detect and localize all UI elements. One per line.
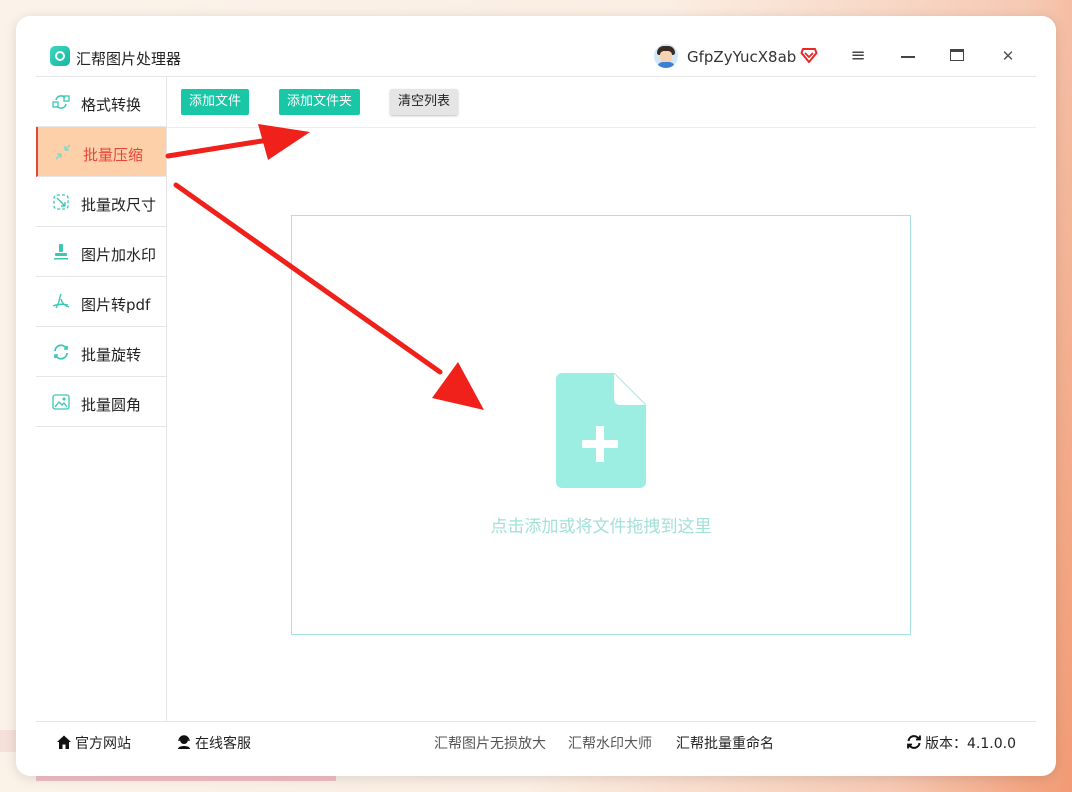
rotate-icon [54, 344, 68, 360]
add-folder-button[interactable]: 添加文件夹 [279, 89, 361, 115]
footer: 官方网站 在线客服 汇帮图片无损放大 汇帮水印大师 汇帮批量重命名 版本：4.1… [36, 721, 1036, 760]
sidebar: 格式转换 批量压缩 批量改尺寸 图片加水印 图片转pdf 批量旋转 批量圆角 [36, 76, 167, 722]
compress-icon [55, 144, 71, 160]
customer-service-icon [178, 735, 190, 749]
sidebar-item-label: 图片加水印 [81, 246, 157, 264]
toolbar: 添加文件 添加文件夹 清空列表 [167, 76, 1036, 128]
sidebar-item-compress[interactable]: 批量压缩 [36, 127, 166, 177]
sidebar-item-label: 图片转pdf [81, 296, 151, 314]
sidebar-item-label: 批量改尺寸 [81, 196, 157, 214]
resize-icon [53, 194, 69, 210]
footer-link-watermark-master[interactable]: 汇帮水印大师 [568, 733, 652, 753]
file-drop-zone[interactable]: 点击添加或将文件拖拽到这里 [291, 215, 911, 635]
app-window: 汇帮图片处理器 GfpZyYucX8ab ≡ ✕ 格式转换 批量压缩 批量改尺寸… [16, 16, 1056, 776]
sidebar-item-format-convert[interactable]: 格式转换 [36, 77, 166, 127]
title-bar: 汇帮图片处理器 GfpZyYucX8ab ≡ ✕ [16, 16, 1056, 76]
home-icon [57, 735, 71, 749]
maximize-icon[interactable] [948, 46, 968, 66]
vip-diamond-icon[interactable] [800, 46, 818, 64]
watermark-icon [54, 244, 68, 260]
username[interactable]: GfpZyYucX8ab [687, 48, 796, 66]
add-file-icon [556, 373, 646, 488]
avatar[interactable] [654, 44, 678, 68]
official-website-link[interactable]: 官方网站 [56, 733, 131, 753]
sidebar-item-label: 批量旋转 [81, 346, 142, 364]
drop-hint-text: 点击添加或将文件拖拽到这里 [490, 517, 712, 537]
sidebar-item-resize[interactable]: 批量改尺寸 [36, 177, 166, 227]
add-file-button[interactable]: 添加文件 [181, 89, 250, 115]
footer-link-upscale[interactable]: 汇帮图片无损放大 [434, 733, 546, 753]
clear-list-button[interactable]: 清空列表 [390, 89, 459, 115]
refresh-icon [907, 735, 921, 749]
sidebar-item-label: 批量圆角 [81, 396, 142, 414]
minimize-icon[interactable] [898, 46, 918, 66]
sidebar-item-label: 格式转换 [81, 96, 142, 114]
app-title: 汇帮图片处理器 [76, 50, 182, 68]
pdf-icon [52, 293, 70, 309]
menu-icon[interactable]: ≡ [848, 46, 868, 66]
sidebar-item-watermark[interactable]: 图片加水印 [36, 227, 166, 277]
sidebar-item-pdf[interactable]: 图片转pdf [36, 277, 166, 327]
sidebar-item-label: 批量压缩 [83, 146, 144, 164]
sidebar-item-rotate[interactable]: 批量旋转 [36, 327, 166, 377]
format-convert-icon [52, 95, 70, 109]
app-logo-icon [50, 46, 70, 66]
version-info: 版本：4.1.0.0 [906, 733, 1016, 753]
round-corner-icon [52, 394, 70, 410]
close-icon[interactable]: ✕ [998, 46, 1018, 66]
sidebar-item-round-corner[interactable]: 批量圆角 [36, 377, 166, 427]
footer-link-batch-rename[interactable]: 汇帮批量重命名 [676, 733, 774, 753]
background-strip-bottom [36, 776, 336, 781]
online-support-link[interactable]: 在线客服 [176, 733, 251, 753]
